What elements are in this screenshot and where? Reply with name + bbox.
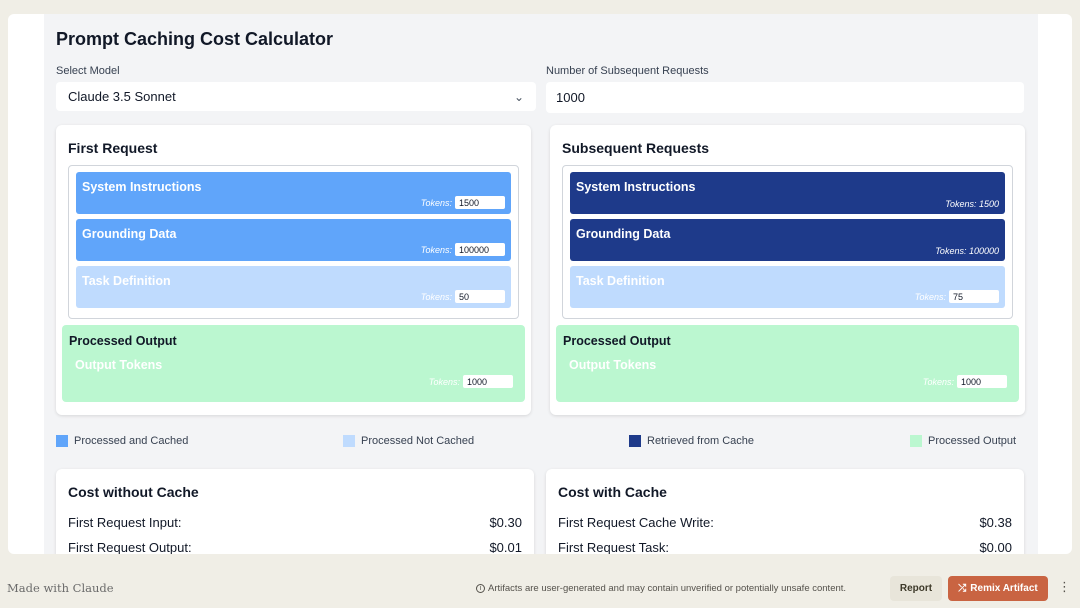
legend-swatch — [629, 435, 641, 447]
legend-swatch — [910, 435, 922, 447]
sub-output-title: Processed Output — [563, 334, 671, 348]
sub-output-tokens-input[interactable] — [957, 375, 1007, 388]
sub-output-sub: Output Tokens — [569, 358, 657, 372]
cost-without-cache-card: Cost without Cache First Request Input: … — [56, 469, 534, 554]
legend-label: Retrieved from Cache — [647, 435, 754, 447]
sub-output-block: Processed Output Output Tokens Tokens: — [556, 325, 1019, 402]
more-vertical-icon[interactable]: ⋮ — [1058, 580, 1071, 593]
sub-task-label: Task Definition — [576, 274, 665, 288]
first-grounding-label: Grounding Data — [82, 227, 177, 241]
sub-system-tokens: Tokens: 1500 — [945, 199, 999, 209]
first-system-block: System Instructions Tokens: — [76, 172, 511, 214]
cost-row: First Request Task: $0.00 — [558, 540, 1012, 554]
subsequent-input-group: System Instructions Tokens: 1500 Groundi… — [562, 165, 1013, 319]
cost-with-title: Cost with Cache — [558, 484, 667, 500]
cost-row-value: $0.30 — [489, 515, 522, 530]
model-select-value: Claude 3.5 Sonnet — [68, 89, 176, 104]
first-task-block: Task Definition Tokens: — [76, 266, 511, 308]
sub-grounding-block: Grounding Data Tokens: 100000 — [570, 219, 1005, 261]
first-system-label: System Instructions — [82, 180, 202, 194]
first-request-card: First Request System Instructions Tokens… — [56, 125, 531, 415]
first-task-label: Task Definition — [82, 274, 171, 288]
remix-artifact-button[interactable]: ⤮ Remix Artifact — [948, 576, 1048, 601]
cost-row-label: First Request Task: — [558, 540, 670, 554]
chevron-down-icon: ⌄ — [513, 89, 524, 104]
legend-swatch — [56, 435, 68, 447]
report-button[interactable]: Report — [890, 576, 942, 601]
legend-processed-output: Processed Output — [910, 435, 1016, 447]
cost-row: First Request Cache Write: $0.38 — [558, 515, 1012, 530]
legend-label: Processed Output — [928, 435, 1017, 447]
sub-system-block: System Instructions Tokens: 1500 — [570, 172, 1005, 214]
cost-row-label: First Request Output: — [68, 540, 192, 554]
first-output-tokens-input[interactable] — [463, 375, 513, 388]
info-icon: i — [476, 584, 485, 593]
page-title: Prompt Caching Cost Calculator — [56, 29, 334, 49]
cost-row-label: First Request Cache Write: — [558, 515, 714, 530]
safety-notice: i Artifacts are user-generated and may c… — [476, 583, 846, 594]
legend-swatch — [343, 435, 355, 447]
cost-row-label: First Request Input: — [68, 515, 182, 530]
first-output-sub: Output Tokens — [75, 358, 163, 372]
sub-task-block: Task Definition Tokens: — [570, 266, 1005, 308]
artifact-footer: Made with Claude i Artifacts are user-ge… — [0, 568, 1080, 608]
first-output-block: Processed Output Output Tokens Tokens: — [62, 325, 525, 402]
artifact-frame: Prompt Caching Cost Calculator Select Mo… — [8, 14, 1072, 554]
cost-row: First Request Output: $0.01 — [68, 540, 522, 554]
legend-processed-cached: Processed and Cached — [56, 435, 188, 447]
sub-task-tokens-input[interactable] — [949, 290, 999, 303]
first-output-tokens-label: Tokens: — [428, 376, 460, 387]
remix-label: Remix Artifact — [970, 583, 1038, 594]
requests-label: Number of Subsequent Requests — [546, 65, 709, 77]
subsequent-requests-card: Subsequent Requests System Instructions … — [550, 125, 1025, 415]
cost-row-value: $0.00 — [979, 540, 1012, 554]
first-system-tokens-input[interactable] — [455, 196, 505, 209]
cost-row: First Request Input: $0.30 — [68, 515, 522, 530]
first-task-tokens-input[interactable] — [455, 290, 505, 303]
first-system-tokens-label: Tokens: — [420, 197, 452, 208]
first-request-input-group: System Instructions Tokens: Grounding Da… — [68, 165, 519, 319]
requests-input[interactable] — [546, 82, 1024, 113]
cost-row-value: $0.38 — [979, 515, 1012, 530]
calculator-app: Prompt Caching Cost Calculator Select Mo… — [44, 14, 1038, 554]
shuffle-icon: ⤮ — [958, 583, 967, 594]
cost-row-value: $0.01 — [489, 540, 522, 554]
sub-grounding-tokens: Tokens: 100000 — [935, 246, 999, 256]
first-request-title: First Request — [68, 140, 158, 156]
legend-label: Processed and Cached — [74, 435, 189, 447]
model-label: Select Model — [56, 65, 120, 77]
first-task-tokens-label: Tokens: — [420, 291, 452, 302]
model-select[interactable]: Claude 3.5 Sonnet ⌄ — [56, 82, 536, 111]
legend-retrieved-from-cache: Retrieved from Cache — [629, 435, 754, 447]
first-output-title: Processed Output — [69, 334, 177, 348]
cost-without-title: Cost without Cache — [68, 484, 199, 500]
first-grounding-tokens-input[interactable] — [455, 243, 505, 256]
legend-label: Processed Not Cached — [361, 435, 475, 447]
sub-task-tokens-label: Tokens: — [914, 291, 946, 302]
sub-system-label: System Instructions — [576, 180, 696, 194]
subsequent-title: Subsequent Requests — [562, 140, 710, 156]
sub-output-tokens-label: Tokens: — [922, 376, 954, 387]
sub-grounding-label: Grounding Data — [576, 227, 671, 241]
first-grounding-tokens-label: Tokens: — [420, 244, 452, 255]
made-with-claude: Made with Claude — [7, 581, 114, 595]
cost-with-cache-card: Cost with Cache First Request Cache Writ… — [546, 469, 1024, 554]
legend-processed-not-cached: Processed Not Cached — [343, 435, 474, 447]
safety-notice-text: Artifacts are user-generated and may con… — [488, 583, 847, 594]
first-grounding-block: Grounding Data Tokens: — [76, 219, 511, 261]
